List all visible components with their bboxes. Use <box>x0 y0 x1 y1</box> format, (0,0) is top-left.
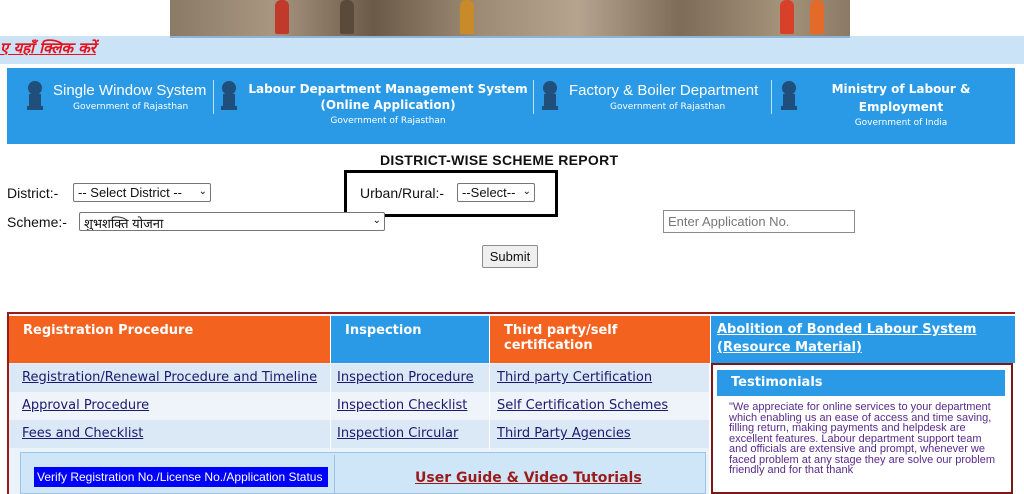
urban-rural-select-value: --Select-- <box>462 185 516 200</box>
banner-shadow <box>170 36 850 38</box>
inspection-checklist-link[interactable]: Inspection Checklist <box>337 392 467 420</box>
worker-figure <box>780 0 794 34</box>
worker-figure <box>340 0 354 34</box>
header-banner-image <box>170 0 850 36</box>
district-label: District:- <box>7 185 59 201</box>
fees-checklist-link[interactable]: Fees and Checklist <box>22 420 143 448</box>
application-number-input[interactable]: Enter Application No. <box>663 210 855 233</box>
column-divider <box>489 316 490 450</box>
header-subtitle: Government of India <box>854 118 948 128</box>
certification-header: Third party/self certification <box>490 316 710 363</box>
report-title-text: DISTRICT-WISE SCHEME REPORT <box>380 152 619 168</box>
header-divider <box>771 80 772 114</box>
header-title: Ministry of Labour & <box>831 82 971 96</box>
registration-procedure-header: Registration Procedure <box>9 316 330 363</box>
guide-divider <box>334 455 335 494</box>
header-title: Single Window System <box>53 82 207 99</box>
header-subtitle: Government of Rajasthan <box>330 116 446 126</box>
header-cell-labour-department[interactable]: Labour Department Management System (Onl… <box>247 68 529 144</box>
scheme-select-value: शुभशक्ति योजना <box>84 216 164 231</box>
header-title: Factory & Boiler Department <box>569 82 759 99</box>
chevron-down-icon: ⌄ <box>372 215 381 226</box>
registration-renewal-link[interactable]: Registration/Renewal Procedure and Timel… <box>22 364 317 392</box>
header-cell-single-window[interactable]: Single Window System Government of Rajas… <box>47 68 219 144</box>
scheme-label: Scheme:- <box>7 214 67 230</box>
department-header: Single Window System Government of Rajas… <box>7 68 1015 144</box>
header-cell-ministry-labour[interactable]: Ministry of Labour & Employment Governme… <box>807 68 995 144</box>
urban-rural-select[interactable]: --Select-- ⌄ <box>457 183 535 202</box>
notice-band <box>0 36 1024 64</box>
approval-procedure-link[interactable]: Approval Procedure <box>22 392 149 420</box>
header-subtitle: Government of Rajasthan <box>73 102 189 112</box>
inspection-header: Inspection <box>331 316 489 363</box>
bonded-labour-link[interactable]: Abolition of Bonded Labour System <box>717 322 1009 337</box>
testimonials-heading: Testimonials <box>717 370 1005 396</box>
click-here-link[interactable]: ए यहाँ क्लिक करें <box>0 38 96 58</box>
header-divider <box>533 80 534 114</box>
self-certification-link[interactable]: Self Certification Schemes <box>497 392 668 420</box>
third-party-agencies-link[interactable]: Third Party Agencies <box>497 420 631 448</box>
district-select-value: -- Select District -- <box>78 185 182 200</box>
verify-status-button[interactable]: Verify Registration No./License No./Appl… <box>34 467 328 487</box>
column-divider <box>330 316 331 450</box>
testimonial-text: "We appreciate for online services to yo… <box>729 402 995 476</box>
inspection-procedure-link[interactable]: Inspection Procedure <box>337 364 474 392</box>
header-title: Labour Department Management System <box>248 82 528 96</box>
scheme-select[interactable]: शुभशक्ति योजना ⌄ <box>79 212 385 231</box>
bonded-labour-header[interactable]: Abolition of Bonded Labour System (Resou… <box>711 316 1015 363</box>
worker-figure <box>460 0 474 34</box>
chevron-down-icon: ⌄ <box>198 186 207 197</box>
header-cell-factory-boiler[interactable]: Factory & Boiler Department Government o… <box>565 68 775 144</box>
chevron-down-icon: ⌄ <box>522 186 531 197</box>
ashoka-emblem-icon <box>27 81 43 110</box>
header-subtitle: Government of Rajasthan <box>610 102 726 112</box>
worker-figure <box>810 0 824 34</box>
district-select[interactable]: -- Select District -- ⌄ <box>73 183 211 202</box>
ashoka-emblem-icon <box>221 81 237 110</box>
worker-figure <box>275 0 289 34</box>
header-divider <box>213 80 214 114</box>
third-party-certification-link[interactable]: Third party Certification <box>497 364 652 392</box>
resource-material-link[interactable]: (Resource Material) <box>717 340 1009 355</box>
inspection-circular-link[interactable]: Inspection Circular <box>337 420 458 448</box>
urban-rural-label: Urban/Rural:- <box>360 185 445 201</box>
header-title-line2: Employment <box>858 100 944 114</box>
user-guide-link[interactable]: User Guide & Video Tutorials <box>415 470 642 486</box>
ashoka-emblem-icon <box>542 81 558 110</box>
ashoka-emblem-icon <box>781 81 797 110</box>
header-title-line2: (Online Application) <box>320 98 456 112</box>
submit-button[interactable]: Submit <box>482 245 538 268</box>
